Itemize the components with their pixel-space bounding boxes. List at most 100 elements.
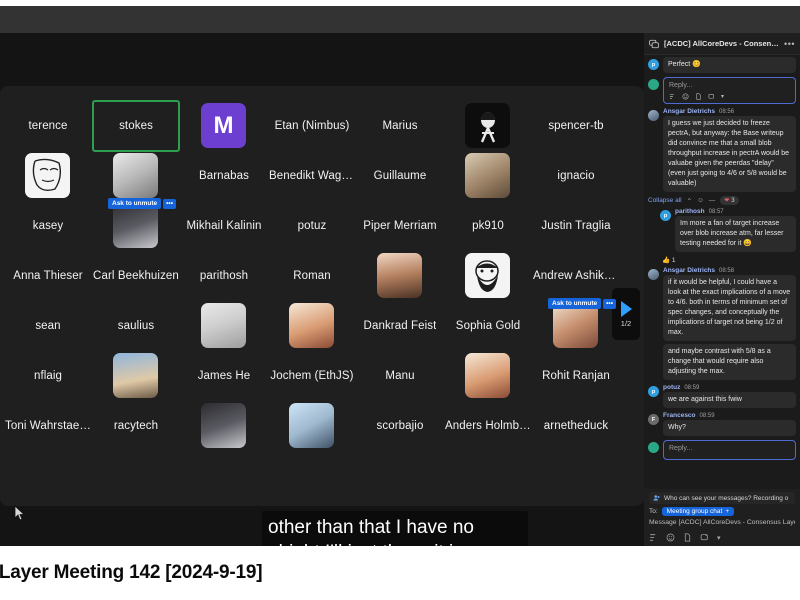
to-recipient-chip[interactable]: Meeting group chat +: [661, 507, 735, 516]
participant-tile[interactable]: Benedikt Wagn...: [268, 150, 356, 202]
participant-tile[interactable]: [92, 150, 180, 202]
privacy-notice-text: Who can see your messages? Recording o: [664, 494, 789, 502]
participant-tile[interactable]: ignacio: [532, 150, 620, 202]
participant-tile[interactable]: Sophia Gold: [444, 300, 532, 352]
message-body: Francesco 08:59 Why?: [663, 412, 796, 436]
participant-tile[interactable]: [444, 150, 532, 202]
chat-more-icon[interactable]: •••: [784, 39, 795, 49]
video-grid-panel: terence stokes M Etan (Nimbus) Marius spencer…: [0, 86, 644, 506]
participant-tile[interactable]: Jochem (EthJS): [268, 350, 356, 402]
participant-tile[interactable]: potuz: [268, 200, 356, 252]
ask-to-unmute-button[interactable]: Ask to unmute: [108, 198, 162, 209]
file-icon[interactable]: [683, 533, 692, 542]
participant-more-icon[interactable]: •••: [163, 198, 176, 209]
participant-tile[interactable]: Marius: [356, 100, 444, 152]
mouse-cursor-icon: [14, 505, 26, 521]
chat-message-list[interactable]: p Perfect 😊 Reply... ▾ Ansgar Dietrichs 0…: [644, 55, 800, 489]
message-avatar: p: [648, 59, 659, 70]
privacy-notice[interactable]: Who can see your messages? Recording o: [649, 492, 795, 504]
participant-tile[interactable]: [444, 350, 532, 402]
participant-tile[interactable]: [4, 150, 92, 202]
participant-tile[interactable]: [356, 250, 444, 302]
participant-tile[interactable]: [444, 250, 532, 302]
message-timestamp: 08:58: [719, 268, 735, 274]
gallery-pager[interactable]: 1/2: [612, 288, 640, 340]
chat-message: p Perfect 😊: [648, 57, 796, 73]
participant-tile[interactable]: [180, 300, 268, 352]
participant-tile[interactable]: [268, 300, 356, 352]
participant-tile[interactable]: [92, 350, 180, 402]
participant-name: racytech: [113, 420, 159, 432]
participant-name: Marius: [382, 120, 418, 132]
collapse-all-button[interactable]: Collapse all: [648, 197, 682, 204]
participant-tile[interactable]: Ask to unmute •••: [532, 298, 620, 352]
participant-tile[interactable]: kasey: [4, 200, 92, 252]
participant-more-icon[interactable]: •••: [603, 298, 616, 309]
file-icon[interactable]: [695, 93, 702, 100]
message-meta: Ansgar Dietrichs 08:58: [663, 267, 796, 274]
participant-tile[interactable]: Roman: [268, 250, 356, 302]
participant-name: Etan (Nimbus): [274, 120, 350, 132]
message-avatar: p: [660, 210, 671, 221]
participant-name: Toni Wahrstaet...: [5, 420, 91, 432]
participant-tile[interactable]: parithosh: [180, 250, 268, 302]
ask-to-unmute-badge[interactable]: Ask to unmute •••: [548, 298, 616, 309]
participant-tile[interactable]: [444, 100, 532, 152]
participant-tile[interactable]: James He: [180, 350, 268, 402]
participant-tile[interactable]: Barnabas: [180, 150, 268, 202]
participant-tile[interactable]: Piper Merriam: [356, 200, 444, 252]
participant-tile[interactable]: M: [180, 100, 268, 152]
reply-input-box[interactable]: Reply... ▾: [663, 77, 796, 104]
add-reaction-icon[interactable]: ☺: [697, 197, 704, 204]
participant-tile[interactable]: [180, 400, 268, 452]
chat-message: Ansgar Dietrichs 08:58 if it would be he…: [648, 267, 796, 380]
next-page-arrow-icon[interactable]: [620, 300, 632, 317]
participant-tile[interactable]: sean: [4, 300, 92, 352]
heart-reaction-pill[interactable]: ❤ 3: [720, 196, 739, 205]
emoji-icon[interactable]: [682, 93, 689, 100]
participant-tile[interactable]: saulius: [92, 300, 180, 352]
more-icon[interactable]: [700, 533, 709, 542]
chevron-down-icon[interactable]: ▾: [721, 93, 724, 100]
participant-tile[interactable]: pk910: [444, 200, 532, 252]
ask-to-unmute-badge[interactable]: Ask to unmute •••: [108, 198, 176, 209]
thumbs-up-reaction[interactable]: 👍 1: [662, 256, 796, 264]
participant-tile[interactable]: terence: [4, 100, 92, 152]
participant-tile[interactable]: scorbajio: [356, 400, 444, 452]
participant-name: Piper Merriam: [363, 220, 437, 232]
participant-tile[interactable]: [268, 400, 356, 452]
participant-tile[interactable]: Carl Beekhuizen: [92, 250, 180, 302]
participant-tile[interactable]: Anders Holmbj...: [444, 400, 532, 452]
format-icon[interactable]: [649, 533, 658, 542]
participant-tile[interactable]: Justin Traglia: [532, 200, 620, 252]
format-icon[interactable]: [669, 93, 676, 100]
participant-name: Benedikt Wagn...: [269, 170, 355, 182]
participant-tile[interactable]: Dankrad Feist: [356, 300, 444, 352]
participant-tile[interactable]: Anna Thieser: [4, 250, 92, 302]
participant-avatar: M: [201, 103, 246, 148]
participant-tile[interactable]: Guillaume: [356, 150, 444, 202]
chevron-down-icon[interactable]: ▾: [717, 534, 721, 542]
participant-tile[interactable]: stokes: [92, 100, 180, 152]
participant-tile[interactable]: Manu: [356, 350, 444, 402]
participant-tile[interactable]: racytech: [92, 400, 180, 452]
more-options-icon[interactable]: —: [709, 197, 716, 204]
participant-tile[interactable]: Mikhail Kalinin: [180, 200, 268, 252]
participant-tile[interactable]: Etan (Nimbus): [268, 100, 356, 152]
ask-to-unmute-button[interactable]: Ask to unmute: [548, 298, 602, 309]
participant-tile[interactable]: Toni Wahrstaet...: [4, 400, 92, 452]
participant-tile[interactable]: arnetheduck: [532, 400, 620, 452]
participant-tile[interactable]: nflaig: [4, 350, 92, 402]
participant-avatar: [113, 353, 158, 398]
participant-tile[interactable]: Rohit Ranjan: [532, 350, 620, 402]
page-footer: us Layer Meeting 142 [2024-9-19]: [0, 546, 800, 600]
emoji-icon[interactable]: [666, 533, 675, 542]
participant-tile[interactable]: Andrew Ashikh...: [532, 250, 620, 302]
reply-input-box[interactable]: Reply...: [663, 440, 796, 460]
message-input[interactable]: Message [ACDC] AllCoreDevs - Consensus L…: [649, 519, 795, 526]
participant-tile[interactable]: spencer-tb: [532, 100, 620, 152]
participant-tile[interactable]: Ask to unmute •••: [92, 198, 180, 252]
chevron-up-icon[interactable]: ⌃: [687, 197, 692, 205]
more-icon[interactable]: [708, 93, 715, 100]
participant-avatar: [113, 203, 158, 248]
